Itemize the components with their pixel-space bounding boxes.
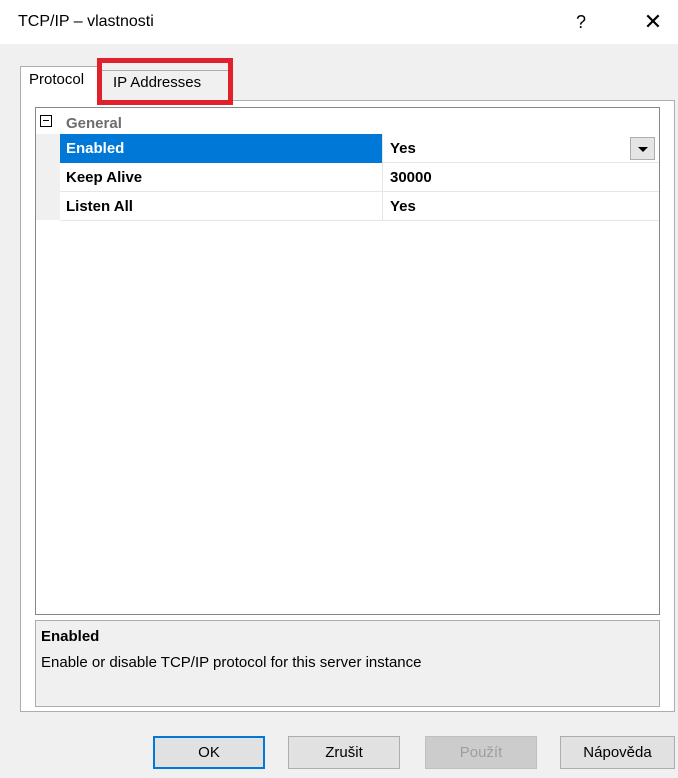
property-value[interactable]: 30000 — [390, 169, 432, 186]
chevron-down-icon[interactable] — [630, 137, 655, 160]
help-button[interactable]: Nápověda — [560, 736, 675, 769]
property-grid[interactable]: General Enabled Yes Keep Alive 30000 Lis… — [35, 107, 660, 615]
cancel-button[interactable]: Zrušit — [288, 736, 400, 769]
description-title: Enabled — [41, 628, 100, 645]
window-title: TCP/IP – vlastnosti — [18, 13, 154, 30]
property-value[interactable]: Yes — [390, 198, 416, 215]
tab-ip-addresses-label: IP Addresses — [113, 74, 202, 91]
property-name: Listen All — [66, 198, 133, 215]
column-divider — [382, 192, 383, 221]
property-name: Enabled — [66, 140, 125, 157]
grid-row-listen-all[interactable]: Listen All Yes — [60, 192, 659, 221]
grid-gutter — [36, 134, 60, 220]
tab-ip-addresses[interactable]: IP Addresses — [100, 70, 230, 100]
apply-button[interactable]: Použít — [425, 736, 537, 769]
column-divider — [382, 163, 383, 192]
column-divider — [382, 134, 383, 163]
property-value[interactable]: Yes — [390, 140, 416, 157]
ok-button[interactable]: OK — [153, 736, 265, 769]
grid-row-enabled[interactable]: Enabled Yes — [60, 134, 659, 163]
description-text: Enable or disable TCP/IP protocol for th… — [41, 654, 422, 671]
tab-protocol[interactable]: Protocol — [20, 66, 100, 101]
grid-row-keep-alive[interactable]: Keep Alive 30000 — [60, 163, 659, 192]
property-name: Keep Alive — [66, 169, 143, 186]
description-panel: Enabled Enable or disable TCP/IP protoco… — [35, 620, 660, 707]
close-button[interactable]: ✕ — [638, 8, 668, 36]
title-bar: TCP/IP – vlastnosti ? ✕ — [0, 0, 678, 44]
help-title-button[interactable]: ? — [566, 8, 596, 36]
tab-protocol-label: Protocol — [29, 71, 85, 88]
category-label: General — [66, 115, 122, 132]
category-general: General — [36, 108, 659, 134]
collapse-icon[interactable] — [40, 115, 52, 127]
